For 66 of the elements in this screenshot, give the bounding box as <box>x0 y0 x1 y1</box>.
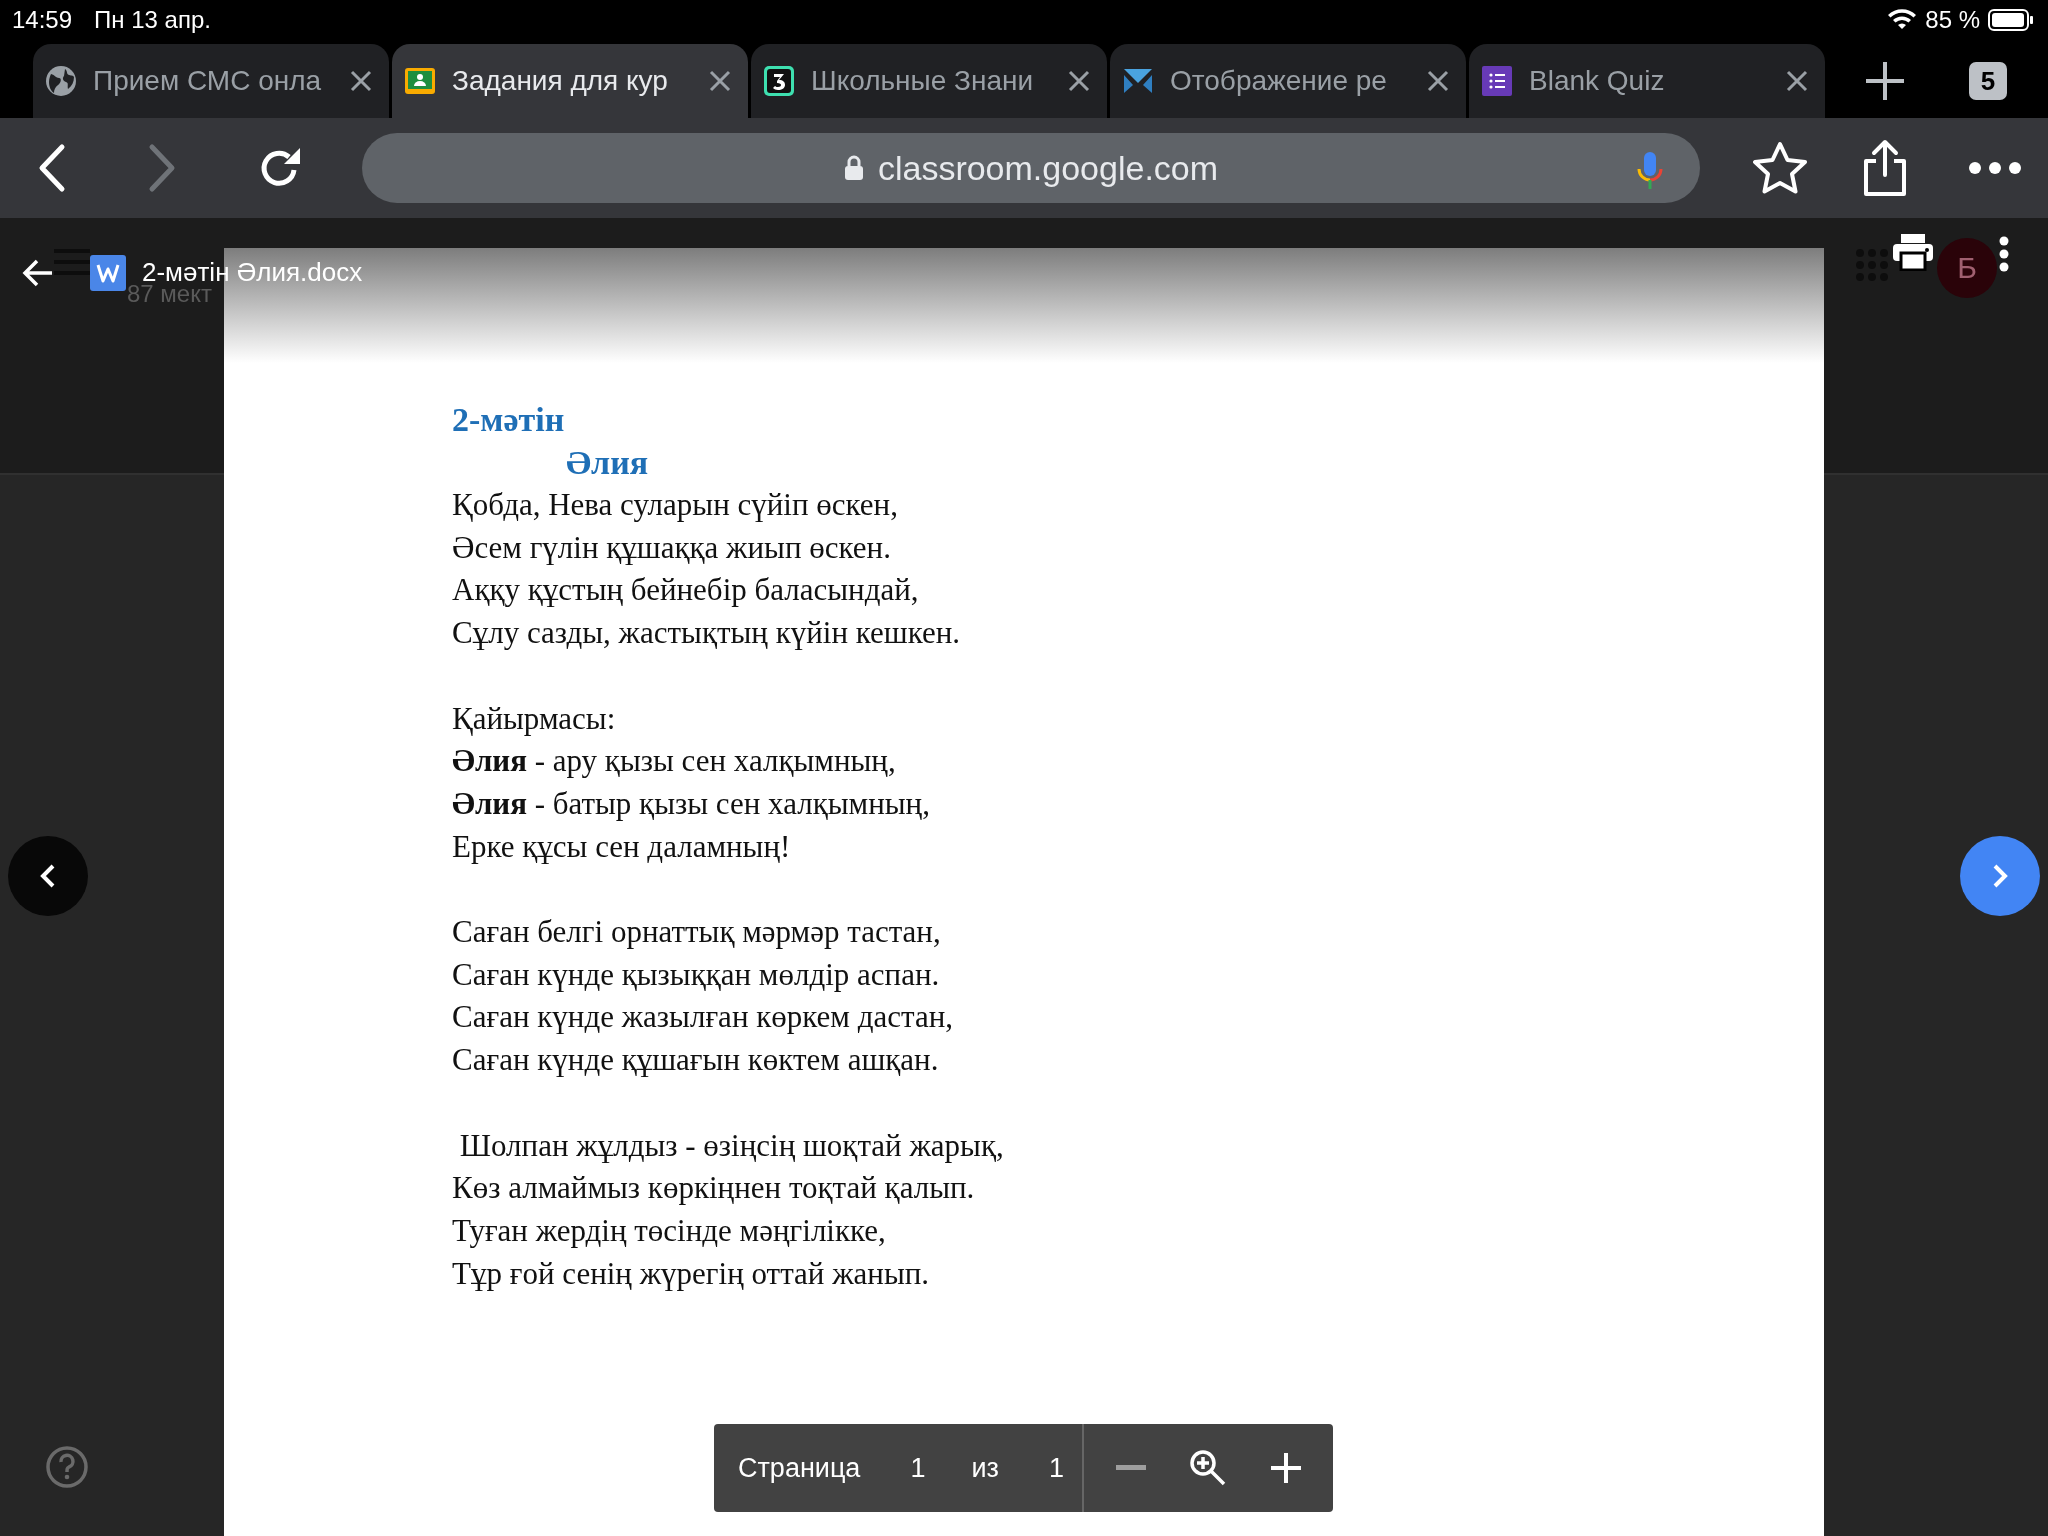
poem-line: Туған жердің төсінде мәңгілікке, <box>452 1212 886 1248</box>
menu-icon <box>54 248 90 276</box>
print-icon[interactable] <box>1892 233 1934 271</box>
browser-tab[interactable]: Blank Quiz <box>1469 44 1825 118</box>
poem-line: Саған күнде құшағын көктем ашқан. <box>452 1042 939 1078</box>
browser-tab[interactable]: Прием СМС онла <box>33 44 389 118</box>
share-icon[interactable] <box>1862 139 1908 197</box>
clock-time: 14:59 <box>12 6 73 34</box>
close-icon[interactable] <box>1785 69 1809 93</box>
poem-line: Әлия - батыр қызы сен халқымның, <box>452 785 930 821</box>
globe-icon <box>45 65 77 97</box>
poem-line: Қобда, Нева суларын сүйіп өскен, <box>452 487 898 522</box>
poem-line: Әлия - ару қызы сен халқымның, <box>452 743 896 779</box>
poem-line: Саған күнде жазылған көркем дастан, <box>452 999 953 1035</box>
lock-icon <box>843 155 864 181</box>
zoom-out-icon[interactable] <box>1115 1465 1146 1471</box>
poem-line: Сұлу сазды, жастықтың күйін кешкен. <box>452 615 961 651</box>
poem-title: Әлия <box>566 444 649 481</box>
poem-line: Шолпан жұлдыз - өзіңсің шоқтай жарық, <box>458 1127 1004 1163</box>
tab-title: Задания для кур <box>452 65 669 97</box>
poem-line: Көз алмаймыз көркіңнен тоқтай қалып. <box>452 1170 975 1206</box>
address-bar[interactable]: classroom.google.com <box>362 133 1700 203</box>
back-arrow-icon[interactable] <box>22 258 54 287</box>
browser-tab[interactable]: Отображение ре <box>1110 44 1466 118</box>
tab-title: Прием СМС онла <box>93 65 323 97</box>
poem-line: Әсем гүлін құшаққа жиып өскен. <box>452 529 891 565</box>
more-icon[interactable] <box>1968 161 2022 175</box>
word-file-icon <box>90 254 126 291</box>
zoom-in-icon[interactable] <box>1189 1449 1228 1487</box>
close-icon[interactable] <box>349 69 373 93</box>
poem-line: Ерке құсы сен даламның! <box>452 828 791 864</box>
poem-line: Тұр ғой сенің жүрегің оттай жанып. <box>452 1255 930 1291</box>
classroom-icon <box>404 65 436 97</box>
poem-line: Аққу құстың бейнебір баласындай, <box>452 572 919 608</box>
close-icon[interactable] <box>1067 69 1091 93</box>
poem-line: Саған күнде қызыққан мөлдір аспан. <box>452 956 940 992</box>
close-icon[interactable] <box>708 69 732 93</box>
poem-line: Саған белгі орнаттық мәрмәр тастан, <box>452 914 941 949</box>
page-label: Страница <box>738 1452 861 1484</box>
poem-line: Қайырмасы: <box>452 700 616 736</box>
number-icon <box>763 65 795 97</box>
tab-title: Отображение ре <box>1170 65 1388 97</box>
chevron-right-icon <box>1991 863 2009 889</box>
form-icon <box>1481 65 1513 97</box>
date-label: Пн 13 апр. <box>94 6 211 34</box>
tab-title: Школьные Знани <box>811 65 1035 97</box>
tab-count[interactable]: 5 <box>1969 62 2007 100</box>
battery-percent: 85 % <box>1925 6 1980 34</box>
more-vert-icon[interactable] <box>1997 236 2011 272</box>
battery-icon <box>1988 9 2034 31</box>
plus-icon[interactable] <box>1271 1453 1302 1483</box>
class-subtitle: 87 мект <box>127 280 212 308</box>
tab-title: Blank Quiz <box>1529 65 1666 97</box>
microphone-icon[interactable] <box>1636 151 1664 191</box>
total-pages: 1 <box>1048 1452 1064 1484</box>
of-label: из <box>971 1452 999 1484</box>
help-icon[interactable] <box>46 1446 88 1488</box>
wifi-icon <box>1887 9 1918 31</box>
close-icon[interactable] <box>1426 69 1450 93</box>
bookmark-star-icon[interactable] <box>1752 141 1808 195</box>
document-heading: 2-мәтін <box>452 400 566 440</box>
current-page: 1 <box>910 1452 926 1484</box>
url-text: classroom.google.com <box>877 148 1219 188</box>
chevron-left-icon <box>39 863 57 889</box>
browser-tab[interactable]: Школьные Знани <box>751 44 1107 118</box>
browser-tab[interactable]: Задания для кур <box>392 44 748 118</box>
